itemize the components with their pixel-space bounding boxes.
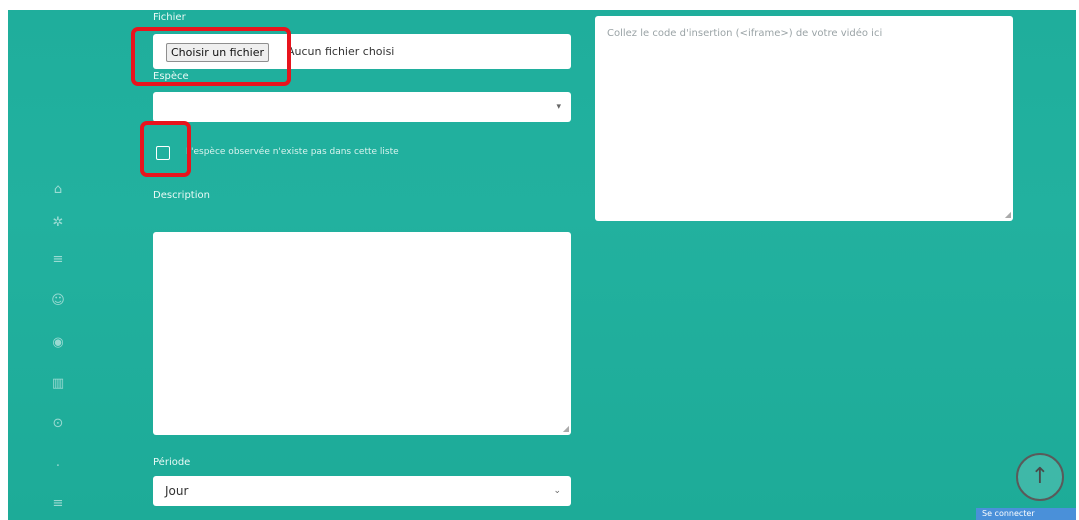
period-value: Jour	[165, 484, 189, 498]
species-select[interactable]: ▾	[153, 92, 571, 122]
app-main: ⌂ ✲ ≡ ☺ ◉ ▥ ⊙ · ≡ Fichier Choisir un fic…	[8, 10, 1076, 520]
period-select[interactable]: Jour ⌄	[153, 476, 571, 506]
period-label: Période	[153, 457, 191, 468]
embed-placeholder: Collez le code d'insertion (<iframe>) de…	[607, 28, 883, 39]
location-icon[interactable]: ⊙	[50, 416, 66, 432]
resize-grip-icon[interactable]: ◢	[1005, 211, 1011, 219]
scroll-to-top-button[interactable]: ↑	[1016, 453, 1064, 501]
video-embed-textarea[interactable]: Collez le code d'insertion (<iframe>) de…	[595, 16, 1013, 221]
resize-grip-icon[interactable]: ◢	[563, 425, 569, 433]
user-icon[interactable]: ☺	[50, 293, 66, 309]
chevron-down-icon: ▾	[556, 102, 561, 112]
highlight-checkbox	[140, 121, 191, 177]
dot-icon[interactable]: ·	[50, 459, 66, 475]
settings-icon[interactable]: ✲	[50, 215, 66, 231]
home-icon[interactable]: ⌂	[50, 182, 66, 198]
file-label: Fichier	[153, 12, 186, 23]
eye-icon[interactable]: ◉	[50, 335, 66, 351]
menu-icon[interactable]: ≡	[50, 496, 66, 512]
list-icon[interactable]: ≡	[50, 252, 66, 268]
chevron-down-icon: ⌄	[553, 486, 561, 496]
highlight-file-button	[131, 27, 291, 86]
description-label: Description	[153, 190, 210, 201]
grid-icon[interactable]: ▥	[50, 376, 66, 392]
checkbox-label: L'espèce observée n'existe pas dans cett…	[186, 147, 399, 157]
file-status-text: Aucun fichier choisi	[287, 45, 395, 58]
login-badge[interactable]: Se connecter	[976, 508, 1076, 520]
description-textarea[interactable]: ◢	[153, 232, 571, 435]
